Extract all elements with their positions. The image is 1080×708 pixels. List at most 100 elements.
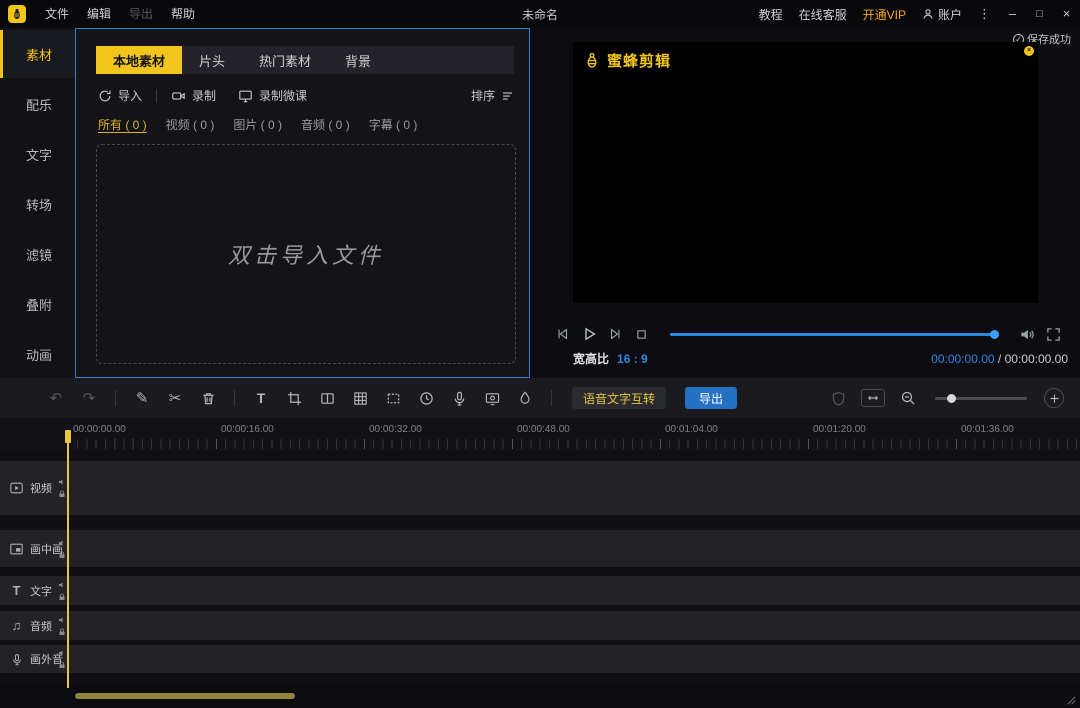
sidebar-item-text[interactable]: 文字 <box>0 130 75 178</box>
sidebar-item-overlay[interactable]: 叠附 <box>0 280 75 328</box>
track-lock-icon[interactable] <box>58 628 66 636</box>
playback-controls <box>550 322 1066 346</box>
play-button[interactable] <box>576 326 602 342</box>
playhead-line[interactable] <box>67 430 69 688</box>
resize-grip-icon[interactable] <box>1066 695 1077 706</box>
track-mute-icon[interactable] <box>58 478 66 486</box>
pip-track-header[interactable]: 画中画 <box>0 530 75 567</box>
record-button[interactable]: 录制 <box>171 87 216 104</box>
timeline-ruler[interactable]: 00:00:00.00 00:00:16.00 00:00:32.00 00:0… <box>0 418 1080 451</box>
sidebar-item-music[interactable]: 配乐 <box>0 80 75 128</box>
stop-button[interactable] <box>628 328 654 341</box>
menu-help[interactable]: 帮助 <box>162 0 204 28</box>
filter-all[interactable]: 所有 ( 0 ) <box>98 116 147 133</box>
seek-thumb[interactable] <box>990 330 999 339</box>
ruler-label: 00:00:48.00 <box>517 424 570 435</box>
zoom-region-icon[interactable] <box>383 388 403 408</box>
import-button[interactable]: 导入 <box>98 87 142 104</box>
video-track-header[interactable]: 视频 <box>0 461 75 515</box>
audio-track-header[interactable]: ♫ 音频 <box>0 611 75 640</box>
crop-icon[interactable] <box>284 388 304 408</box>
tab-hot-media[interactable]: 热门素材 <box>242 46 328 74</box>
sidebar-item-animation[interactable]: 动画 <box>0 330 75 378</box>
maximize-button[interactable]: □ <box>1026 0 1053 28</box>
edit-pencil-icon[interactable]: ✎ <box>132 388 152 408</box>
minimize-button[interactable]: – <box>999 0 1026 28</box>
record-lesson-button[interactable]: 录制微课 <box>238 87 307 104</box>
video-track-icon <box>9 481 24 495</box>
filter-image[interactable]: 图片 ( 0 ) <box>233 116 282 133</box>
sidebar-item-filter[interactable]: 滤镜 <box>0 230 75 278</box>
track-row-pip[interactable]: 画中画 <box>0 530 1080 567</box>
speed-clock-icon[interactable] <box>416 388 436 408</box>
filter-audio[interactable]: 音频 ( 0 ) <box>301 116 350 133</box>
account-person-icon <box>922 8 934 20</box>
voiceover-track-header[interactable]: 画外音 <box>0 645 75 673</box>
media-filters: 所有 ( 0 ) 视频 ( 0 ) 图片 ( 0 ) 音频 ( 0 ) 字幕 (… <box>98 116 514 133</box>
volume-icon[interactable] <box>1014 327 1040 342</box>
split-scissors-icon[interactable]: ✂ <box>165 388 185 408</box>
track-row-video[interactable]: 视频 <box>0 461 1080 515</box>
zoom-out-icon[interactable] <box>898 388 918 408</box>
next-frame-button[interactable] <box>602 327 628 341</box>
fullscreen-icon[interactable] <box>1040 327 1066 342</box>
video-preview-area: 蜜蜂剪辑 × <box>573 42 1038 303</box>
sidebar-item-transition[interactable]: 转场 <box>0 180 75 228</box>
tutorial-link[interactable]: 教程 <box>751 6 791 23</box>
zoom-in-icon[interactable] <box>1044 388 1064 408</box>
record-label: 录制 <box>192 89 217 103</box>
track-mute-icon[interactable] <box>58 581 66 589</box>
tab-local-media[interactable]: 本地素材 <box>96 46 183 74</box>
screen-record-icon[interactable] <box>482 388 502 408</box>
voiceover-mic-icon[interactable] <box>449 388 469 408</box>
track-mute-icon[interactable] <box>58 616 66 624</box>
text-tool-icon[interactable]: T <box>251 388 271 408</box>
vip-link[interactable]: 开通VIP <box>855 6 914 23</box>
menu-file[interactable]: 文件 <box>36 0 78 28</box>
current-time: 00:00:00.00 <box>931 351 995 366</box>
bee-logo-icon <box>583 52 601 70</box>
support-link[interactable]: 在线客服 <box>791 6 855 23</box>
undo-icon[interactable]: ↶ <box>46 388 66 408</box>
track-row-audio[interactable]: ♫ 音频 <box>0 611 1080 640</box>
delete-trash-icon[interactable] <box>198 388 218 408</box>
timeline-zoom-slider[interactable] <box>935 393 1027 403</box>
playhead-handle[interactable] <box>65 430 71 443</box>
tab-background[interactable]: 背景 <box>328 46 388 74</box>
track-lock-icon[interactable] <box>58 551 66 559</box>
track-row-voiceover[interactable]: 画外音 <box>0 645 1080 673</box>
track-label: 音频 <box>30 620 52 633</box>
track-mute-icon[interactable] <box>58 649 66 657</box>
export-button[interactable]: 导出 <box>685 387 738 409</box>
shield-icon[interactable] <box>828 388 848 408</box>
track-mute-icon[interactable] <box>58 539 66 547</box>
track-row-text[interactable]: T 文字 <box>0 576 1080 605</box>
text-track-header[interactable]: T 文字 <box>0 576 75 605</box>
color-adjust-icon[interactable] <box>515 388 535 408</box>
redo-icon[interactable]: ↷ <box>79 388 99 408</box>
filter-subtitle[interactable]: 字幕 ( 0 ) <box>369 116 418 133</box>
tab-intro[interactable]: 片头 <box>182 46 242 74</box>
track-lock-icon[interactable] <box>58 661 66 669</box>
sidebar-item-material[interactable]: 素材 <box>0 30 75 78</box>
track-lock-icon[interactable] <box>58 593 66 601</box>
more-menu-icon[interactable]: ⋮ <box>970 6 999 22</box>
seek-slider[interactable] <box>670 329 999 339</box>
import-dropzone[interactable]: 双击导入文件 <box>96 144 516 364</box>
menu-edit[interactable]: 编辑 <box>78 0 120 28</box>
filter-video[interactable]: 视频 ( 0 ) <box>166 116 215 133</box>
prev-frame-button[interactable] <box>550 327 576 341</box>
horizontal-scrollbar[interactable] <box>75 693 295 699</box>
media-toolbar: 导入 录制 录制微课 排序 <box>98 87 514 104</box>
account-link[interactable]: 账户 <box>914 6 970 23</box>
track-lock-icon[interactable] <box>58 490 66 498</box>
close-button[interactable]: × <box>1053 0 1080 28</box>
speech-text-button[interactable]: 语音文字互转 <box>572 387 667 409</box>
freeze-frame-icon[interactable] <box>317 388 337 408</box>
sort-button[interactable]: 排序 <box>471 87 514 104</box>
zoom-slider-thumb[interactable] <box>947 393 956 403</box>
fit-timeline-icon[interactable] <box>861 389 885 407</box>
mosaic-icon[interactable] <box>350 388 370 408</box>
watermark-close-icon[interactable]: × <box>1024 46 1034 56</box>
aspect-ratio-control[interactable]: 宽高比 16 : 9 <box>573 350 648 367</box>
